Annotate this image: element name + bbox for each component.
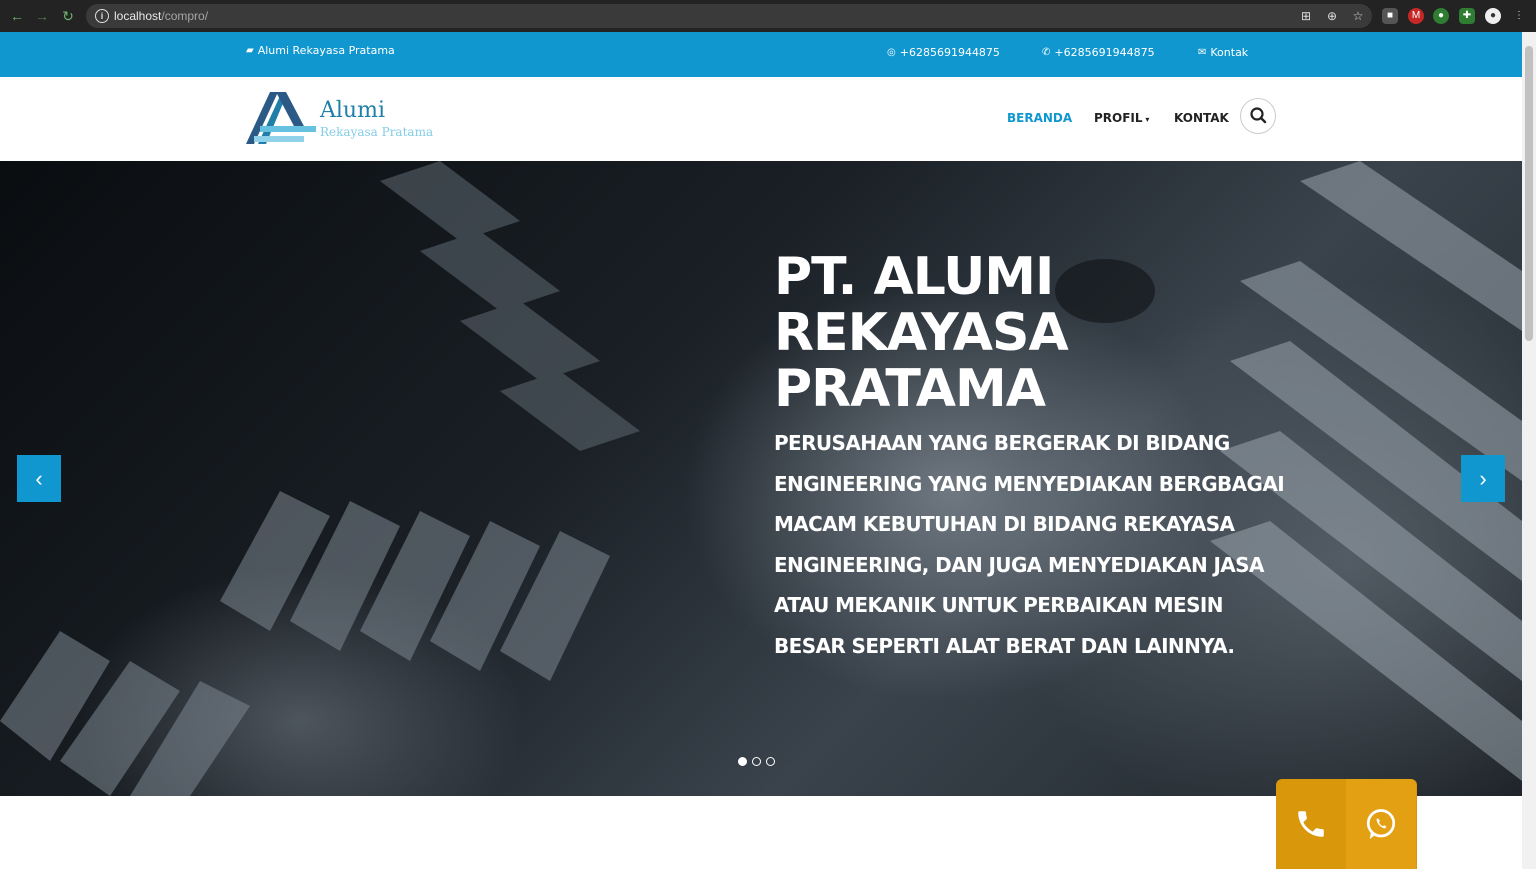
topbar-whatsapp[interactable]: ◎ +6285691944875 xyxy=(887,46,1000,59)
sync-extension-icon[interactable]: ● xyxy=(1433,8,1449,24)
logo-mark-icon xyxy=(246,92,316,144)
nav-profile-label: PROFIL xyxy=(1094,111,1143,125)
reload-icon[interactable]: ↻ xyxy=(58,6,78,26)
topbar-brand[interactable]: ▰ Alumi Rekayasa Pratama xyxy=(246,44,395,57)
top-info-bar: ▰ Alumi Rekayasa Pratama ◎ +628569194487… xyxy=(0,32,1522,77)
topbar-contact[interactable]: ✉ Kontak xyxy=(1198,46,1248,59)
star-icon[interactable]: ☆ xyxy=(1350,8,1366,24)
topbar-whatsapp-number: +6285691944875 xyxy=(899,46,1000,59)
site-header: Alumi Rekayasa Pratama BERANDA PROFIL ▾ … xyxy=(0,77,1522,161)
topbar-phone[interactable]: ✆ +6285691944875 xyxy=(1042,46,1155,59)
topbar-contact-label: Kontak xyxy=(1210,46,1249,59)
logo-name: Alumi xyxy=(320,98,385,123)
hero-title: PT. ALUMI REKAYASA PRATAMA xyxy=(774,249,1294,417)
hero-content: PT. ALUMI REKAYASA PRATAMA Perusahaan ya… xyxy=(774,249,1294,666)
topbar-brand-label: Alumi Rekayasa Pratama xyxy=(257,44,395,57)
browser-toolbar: ← → ↻ i localhost/compro/ ⊞ ⊕ ☆ ■ M ● ✚ … xyxy=(0,0,1536,32)
slider-next-button[interactable]: › xyxy=(1461,455,1505,502)
floating-call-button[interactable] xyxy=(1276,779,1346,869)
hero-slider: PT. ALUMI REKAYASA PRATAMA Perusahaan ya… xyxy=(0,161,1522,796)
search-button[interactable] xyxy=(1240,98,1276,134)
nav-contact[interactable]: KONTAK xyxy=(1174,111,1229,125)
forward-icon[interactable]: → xyxy=(32,6,52,26)
puzzle-extension-icon[interactable]: ✚ xyxy=(1459,8,1475,24)
site-logo[interactable]: Alumi Rekayasa Pratama xyxy=(246,90,446,150)
camera-extension-icon[interactable]: ■ xyxy=(1382,8,1398,24)
page-scrollbar[interactable] xyxy=(1522,32,1536,869)
caret-down-icon: ▾ xyxy=(1142,115,1150,124)
address-bar[interactable]: i localhost/compro/ ⊞ ⊕ ☆ xyxy=(86,4,1372,28)
url-text[interactable]: localhost/compro/ xyxy=(114,9,208,23)
map-icon: ▰ xyxy=(246,45,254,56)
whatsapp-icon: ◎ xyxy=(887,47,896,58)
back-icon[interactable]: ← xyxy=(7,6,27,26)
search-icon xyxy=(1250,107,1267,124)
zoom-icon[interactable]: ⊕ xyxy=(1324,8,1340,24)
slider-dot-2[interactable] xyxy=(752,757,761,766)
envelope-icon: ✉ xyxy=(1198,47,1207,58)
hero-title-line-1: PT. ALUMI xyxy=(774,247,1054,307)
menu-kebab-icon[interactable]: ⋮ xyxy=(1511,8,1527,24)
profile-avatar-icon[interactable]: ● xyxy=(1485,8,1501,24)
slider-dot-1[interactable] xyxy=(738,757,747,766)
hero-title-line-2: REKAYASA xyxy=(774,303,1069,363)
floating-whatsapp-button[interactable] xyxy=(1346,779,1416,869)
floating-contact-widget xyxy=(1276,779,1417,869)
slider-indicators xyxy=(738,757,775,766)
chevron-left-icon: ‹ xyxy=(35,466,43,491)
nav-profile[interactable]: PROFIL ▾ xyxy=(1094,111,1149,125)
whatsapp-icon xyxy=(1366,809,1396,839)
scrollbar-thumb[interactable] xyxy=(1525,46,1533,341)
mail-extension-icon[interactable]: M xyxy=(1408,8,1424,24)
logo-subtitle: Rekayasa Pratama xyxy=(320,125,434,139)
phone-icon: ✆ xyxy=(1042,47,1051,58)
hero-description: Perusahaan yang bergerak di bidang engin… xyxy=(774,431,1285,658)
translate-icon[interactable]: ⊞ xyxy=(1298,8,1314,24)
hero-title-line-3: PRATAMA xyxy=(774,359,1046,419)
slider-prev-button[interactable]: ‹ xyxy=(17,455,61,502)
nav-home[interactable]: BERANDA xyxy=(1007,111,1072,125)
chevron-right-icon: › xyxy=(1479,466,1487,491)
topbar-phone-number: +6285691944875 xyxy=(1054,46,1155,59)
slider-dot-3[interactable] xyxy=(766,757,775,766)
phone-icon xyxy=(1298,811,1324,837)
info-icon[interactable]: i xyxy=(95,9,109,23)
